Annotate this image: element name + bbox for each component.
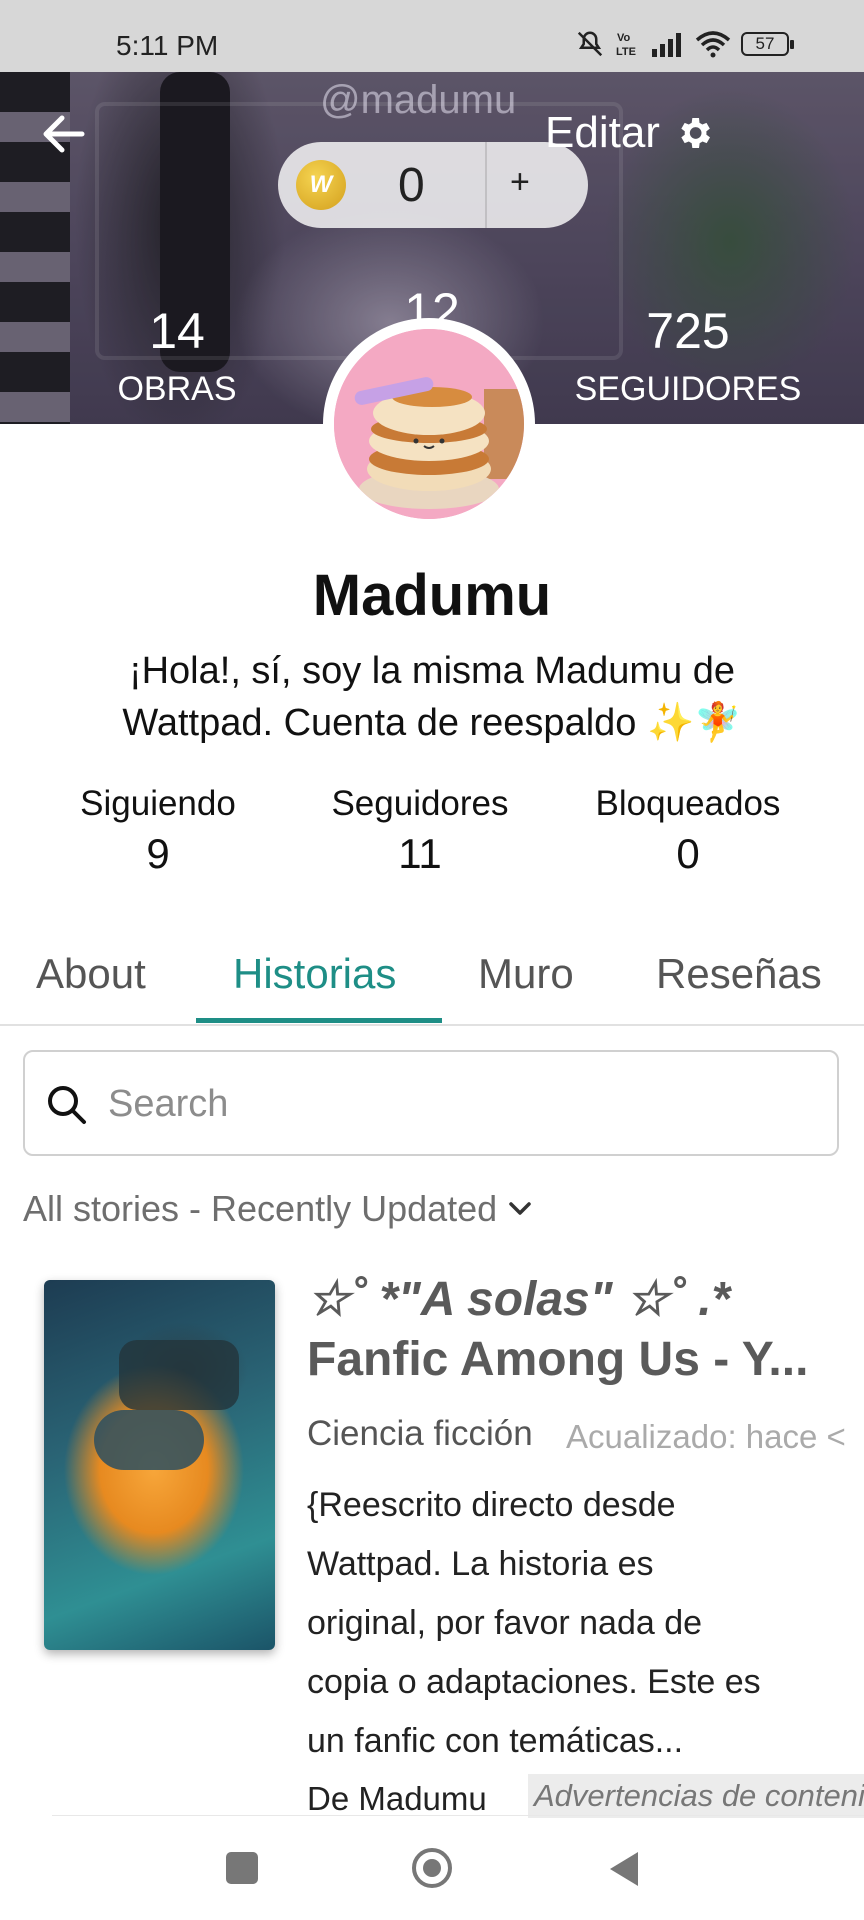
following-count: 9 — [146, 830, 170, 877]
active-tab-indicator — [196, 1018, 442, 1023]
story-author[interactable]: De Madumu — [307, 1780, 487, 1818]
tab-about[interactable]: About — [36, 950, 146, 998]
card-divider — [52, 1815, 864, 1816]
followers-stat[interactable]: Seguidores 11 — [310, 784, 530, 878]
followers-stat-count: 11 — [398, 830, 442, 877]
blocked-label: Bloqueados — [595, 784, 781, 823]
filter-label: All stories - Recently Updated — [23, 1188, 498, 1229]
following-label: Siguiendo — [80, 784, 236, 823]
story-filter-dropdown[interactable]: All stories - Recently Updated — [23, 1188, 533, 1230]
story-description: {Reescrito directo desde Wattpad. La his… — [307, 1486, 761, 1760]
profile-name: Madumu — [312, 563, 552, 628]
search-input[interactable] — [108, 1082, 808, 1126]
story-title-line-2: Fanfic Among Us - Y... — [307, 1333, 809, 1386]
username-handle: @madumu — [320, 78, 517, 122]
followers-stat-label: Seguidores — [331, 784, 509, 823]
coin-icon: W — [296, 160, 346, 210]
home-icon — [412, 1848, 452, 1888]
volte-icon: Vo LTE — [616, 32, 636, 58]
chevron-down-icon — [509, 1202, 531, 1215]
following-stat[interactable]: Siguiendo 9 — [58, 784, 258, 878]
wifi-icon — [695, 31, 731, 58]
story-title-line-1: ☆˚ *"A solas" ☆˚ .* — [307, 1273, 731, 1326]
tab-resenas[interactable]: Reseñas — [656, 950, 822, 998]
story-cover[interactable] — [44, 1280, 275, 1650]
tab-muro[interactable]: Muro — [478, 950, 574, 998]
followers-label: SEGUIDORES — [574, 370, 802, 408]
buy-coins-button[interactable]: + — [510, 163, 530, 202]
svg-text:LTE: LTE — [616, 46, 636, 58]
bio-line-2: Wattpad. Cuenta de reespaldo ✨🧚 — [122, 702, 742, 744]
story-updated: Acualizado: hace < — [566, 1418, 846, 1455]
content-warning-badge[interactable]: Advertencias de contenido — [528, 1774, 864, 1818]
back-nav-button[interactable] — [606, 1850, 640, 1888]
signal-icon — [652, 33, 681, 57]
followers-count: 725 — [646, 303, 730, 359]
profile-tabs: About Historias Muro Reseñas — [0, 940, 864, 1026]
status-icons: Vo LTE 57 — [575, 26, 794, 62]
bio-line-1: ¡Hola!, sí, soy la misma Madumu de — [128, 650, 736, 692]
coin-balance: 0 — [398, 159, 425, 212]
status-time: 5:11 PM — [116, 30, 219, 61]
home-button[interactable] — [410, 1846, 454, 1890]
story-title[interactable]: ☆˚ *"A solas" ☆˚ .* Fanfic Among Us - Y.… — [307, 1270, 847, 1390]
svg-text:Vo: Vo — [617, 32, 631, 44]
battery-icon: 57 — [741, 32, 794, 56]
back-arrow-icon — [43, 115, 85, 153]
works-label: OBRAS — [117, 370, 237, 408]
search-icon — [48, 1086, 86, 1124]
profile-bio: ¡Hola!, sí, soy la misma Madumu de Wattp… — [80, 645, 784, 749]
blocked-count: 0 — [676, 830, 700, 877]
tab-historias[interactable]: Historias — [233, 950, 396, 998]
works-count: 14 — [149, 303, 205, 359]
coin-divider — [485, 142, 487, 228]
blocked-stat[interactable]: Bloqueados 0 — [578, 784, 798, 878]
recent-apps-button[interactable] — [226, 1852, 258, 1884]
avatar-image — [334, 329, 524, 519]
mute-bell-icon — [577, 31, 603, 57]
back-button[interactable] — [38, 112, 88, 156]
story-genre: Ciencia ficción — [307, 1414, 533, 1453]
gear-icon — [681, 118, 710, 148]
back-triangle-icon — [610, 1852, 638, 1886]
